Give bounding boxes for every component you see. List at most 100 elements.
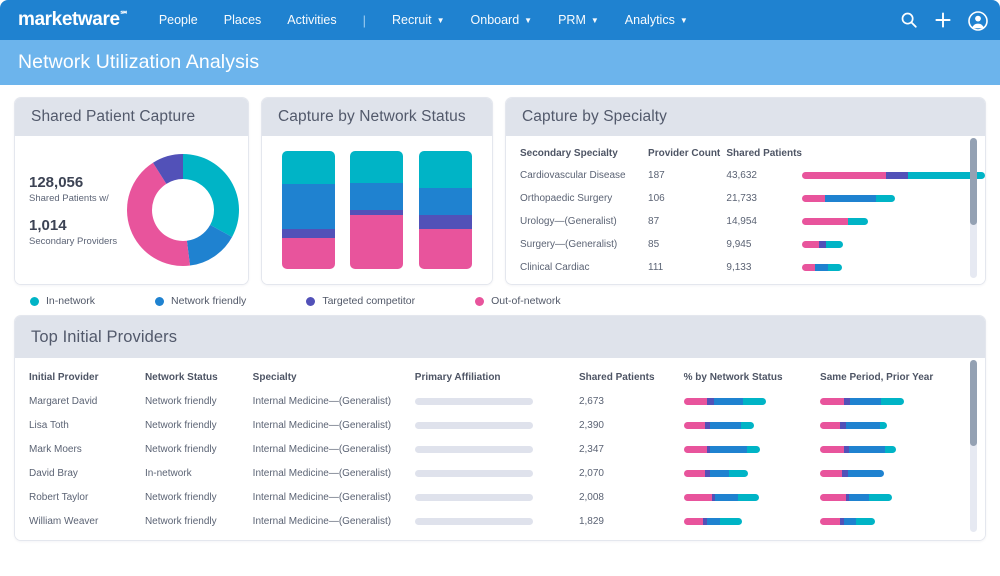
table-row[interactable]: Clinical Cardiac 111 9,133 (520, 262, 985, 284)
nav-item-label: People (158, 13, 198, 27)
card-header: Capture by Network Status (262, 98, 492, 136)
stacked-bar-chart[interactable] (262, 136, 492, 284)
specialty-name: Clinical Cardiac (520, 262, 590, 273)
legend-label: Targeted competitor (322, 295, 416, 307)
bar-segment-network-friendly (710, 446, 747, 453)
nav-item-onboard[interactable]: Onboard ▼ (471, 13, 533, 27)
prior-year-bar[interactable] (820, 422, 888, 429)
pct-by-network-status-bar[interactable] (683, 422, 754, 429)
column-header[interactable]: Shared Patients (579, 372, 684, 396)
table-row[interactable]: Surgery—(Generalist) 85 9,945 (520, 239, 985, 262)
shared-patient-capture-body: 128,056 Shared Patients w/ 1,014 Seconda… (15, 136, 248, 284)
account-icon[interactable] (968, 11, 988, 31)
column-header[interactable]: Initial Provider (29, 372, 145, 396)
nav-item-label: PRM (558, 13, 586, 27)
column-header[interactable]: Secondary Specialty (520, 148, 648, 170)
pct-by-network-status-bar[interactable] (683, 398, 766, 405)
nav-item-recruit[interactable]: Recruit ▼ (392, 13, 445, 27)
table-row[interactable]: Cardiovascular Disease 187 43,632 (520, 170, 985, 193)
bar-segment-targeted-competitor (281, 228, 335, 239)
stacked-bar[interactable] (350, 151, 404, 269)
nav-item-label: Places (223, 13, 262, 27)
scrollbar-thumb[interactable] (970, 138, 977, 225)
network-status-bar-cell (802, 262, 985, 284)
nav-actions (900, 11, 988, 31)
legend-item-in-network[interactable]: In-network (30, 295, 95, 307)
nav-item-activities[interactable]: Activities (287, 13, 336, 27)
nav-item-label: Recruit (392, 13, 432, 27)
nav-item-places[interactable]: Places (224, 13, 262, 27)
bar-segment-out-of-network (683, 518, 703, 525)
pct-by-network-status-bar[interactable] (683, 446, 760, 453)
legend-item-targeted-competitor[interactable]: Targeted competitor (306, 295, 415, 307)
table-row[interactable]: Urology—(Generalist) 87 14,954 (520, 216, 985, 239)
secondary-providers-label: Secondary Providers (29, 235, 118, 247)
network-status: Network friendly (144, 444, 217, 455)
nav-item-prm[interactable]: PRM ▼ (558, 13, 599, 27)
affiliation-placeholder-bar (414, 494, 533, 501)
bar-segment-in-network (719, 518, 742, 525)
search-icon[interactable] (900, 11, 918, 29)
column-header[interactable]: Specialty (253, 372, 415, 396)
nav-item-people[interactable]: People (159, 13, 198, 27)
bar-segment-in-network (876, 195, 895, 202)
table-row[interactable]: Robert Taylor Network friendly Internal Me… (29, 492, 974, 516)
affiliation-placeholder-bar (414, 398, 533, 405)
network-status-bar[interactable] (802, 172, 985, 179)
pct-by-network-status-bar[interactable] (683, 494, 759, 501)
legend-item-out-of-network[interactable]: Out-of-network (475, 295, 561, 307)
primary-affiliation-cell (414, 444, 579, 468)
column-header[interactable]: Provider Count (648, 148, 726, 170)
provider-name: Margaret David (29, 396, 98, 407)
column-header[interactable] (802, 148, 985, 170)
provider-name: William Weaver (29, 516, 99, 527)
stacked-bar[interactable] (419, 151, 473, 269)
shared-patients: 2,008 (578, 492, 604, 503)
affiliation-placeholder-bar (414, 470, 533, 477)
legend-label: In-network (46, 295, 96, 307)
legend-item-network-friendly[interactable]: Network friendly (155, 295, 246, 307)
bar-segment-in-network (828, 264, 842, 271)
providers-scrollbar[interactable] (970, 360, 977, 532)
network-status-bar[interactable] (802, 264, 842, 271)
column-header[interactable]: Same Period, Prior Year (820, 372, 974, 396)
table-row[interactable]: Margaret David Network friendly Internal M… (29, 396, 974, 420)
prior-year-bar[interactable] (820, 398, 905, 405)
column-header[interactable]: % by Network Status (684, 372, 820, 396)
prior-year-bar[interactable] (820, 446, 896, 453)
prior-year-bar[interactable] (820, 470, 885, 477)
column-header[interactable]: Primary Affiliation (415, 372, 579, 396)
column-header[interactable]: Network Status (145, 372, 253, 396)
bar-segment-network-friendly (848, 470, 885, 477)
prior-year-bar[interactable] (820, 494, 893, 501)
pct-by-network-status-cell (683, 444, 820, 468)
table-row[interactable]: William Weaver Network friendly Internal M… (29, 516, 974, 540)
bar-segment-network-friendly (709, 470, 729, 477)
bar-segment-out-of-network (802, 195, 826, 202)
add-icon[interactable] (934, 11, 952, 29)
donut-slice-in-network[interactable] (183, 154, 239, 237)
specialty-scrollbar[interactable] (970, 138, 977, 278)
dashboard-page: marketware℠ People Places Activities | Recru… (0, 0, 1000, 576)
column-header[interactable]: Shared Patients (726, 148, 802, 170)
table-row[interactable]: Orthopaedic Surgery 106 21,733 (520, 193, 985, 216)
pct-by-network-status-bar[interactable] (683, 518, 742, 525)
network-status-bar[interactable] (802, 218, 868, 225)
page-title-bar: Network Utilization Analysis (0, 40, 1000, 85)
scrollbar-thumb[interactable] (970, 360, 977, 446)
legend-label: Out-of-network (491, 295, 561, 307)
table-row[interactable]: Mark Moers Network friendly Internal Medic… (29, 444, 974, 468)
nav-item-analytics[interactable]: Analytics ▼ (625, 13, 688, 27)
brand-logo[interactable]: marketware℠ (18, 9, 129, 31)
table-row[interactable]: David Bray In-network Internal Medicine—(G… (29, 468, 974, 492)
pct-by-network-status-bar[interactable] (683, 470, 748, 477)
network-status-bar[interactable] (802, 241, 843, 248)
bar-segment-in-network (742, 398, 766, 405)
donut-chart[interactable] (124, 151, 242, 269)
stacked-bar[interactable] (281, 151, 335, 269)
table-row[interactable]: Lisa Toth Network friendly Internal Medici… (29, 420, 974, 444)
prior-year-bar[interactable] (820, 518, 876, 525)
network-status-bar[interactable] (802, 195, 895, 202)
provider-count: 187 (648, 170, 665, 181)
bar-segment-out-of-network (802, 172, 887, 179)
